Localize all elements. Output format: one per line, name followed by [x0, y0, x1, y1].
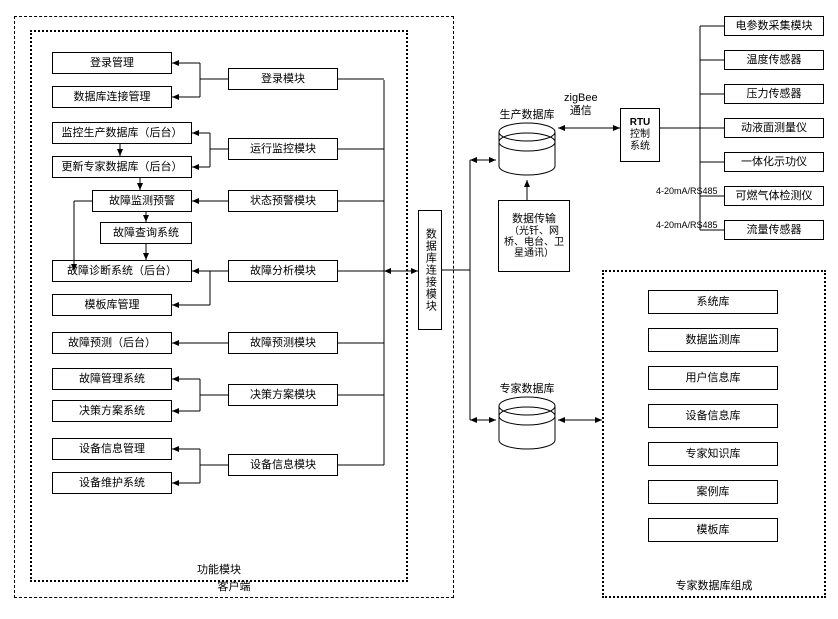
lib-equip-info: 设备信息库 [648, 404, 778, 428]
sensor-gas: 可燃气体检测仪 [724, 186, 824, 206]
monitor-prod-db: 监控生产数据库（后台） [52, 122, 192, 144]
zigbee-label: zigBee 通信 [564, 92, 598, 118]
lib-data-monitor: 数据监测库 [648, 328, 778, 352]
state-warn-mod: 状态预警模块 [228, 190, 338, 212]
fault-diag-sys: 故障诊断系统（后台） [52, 260, 192, 282]
equip-maint-sys: 设备维护系统 [52, 472, 172, 494]
login-mod: 登录模块 [228, 68, 338, 90]
run-monitor-mod: 运行监控模块 [228, 138, 338, 160]
prod-db-cylinder: 生产数据库 [496, 122, 558, 178]
decision-sys: 决策方案系统 [52, 400, 172, 422]
fault-forecast: 故障预测（后台） [52, 332, 172, 354]
sensor-pressure: 压力传感器 [724, 84, 824, 104]
rtu-line3: 系统 [630, 141, 650, 153]
sensor-elec: 电参数采集模块 [724, 16, 824, 36]
lib-expert-knowledge: 专家知识库 [648, 442, 778, 466]
expert-db-cylinder: 专家数据库 [496, 396, 558, 452]
expert-db-panel: 专家数据库组成 [602, 270, 826, 598]
lib-case: 案例库 [648, 480, 778, 504]
rtu-line1: RTU [630, 117, 651, 129]
sensor-temp: 温度传感器 [724, 50, 824, 70]
lib-sys: 系统库 [648, 290, 778, 314]
rtu-control-system: RTU 控制 系统 [620, 108, 660, 162]
fault-monitor-warn: 故障监测预警 [92, 190, 192, 212]
expert-db-panel-caption: 专家数据库组成 [672, 577, 757, 593]
equip-info-mod: 设备信息模块 [228, 454, 338, 476]
sensor-dynamo: 一体化示功仪 [724, 152, 824, 172]
fault-analysis-mod: 故障分析模块 [228, 260, 338, 282]
functional-module-caption: 功能模块 [193, 561, 245, 577]
template-mgmt: 模板库管理 [52, 294, 172, 316]
update-expert-db: 更新专家数据库（后台） [52, 156, 192, 178]
sensor-flow: 流量传感器 [724, 220, 824, 240]
equip-info-mgmt: 设备信息管理 [52, 438, 172, 460]
fault-mgmt-sys: 故障管理系统 [52, 368, 172, 390]
sensor-liquid: 动液面测量仪 [724, 118, 824, 138]
prod-db-label: 生产数据库 [500, 106, 555, 122]
db-connect-module-label: 数据库连接模块 [424, 228, 437, 312]
signal-label-1: 4-20mA/RS485 [656, 186, 718, 197]
login-mgmt: 登录管理 [52, 52, 172, 74]
lib-user-info: 用户信息库 [648, 366, 778, 390]
data-transfer-box: 数据传输 （光钎、网桥、电台、卫星通讯） [498, 200, 570, 272]
db-conn-mgmt: 数据库连接管理 [52, 86, 172, 108]
fault-forecast-mod: 故障预测模块 [228, 332, 338, 354]
data-transfer-title: 数据传输 [512, 213, 556, 226]
decision-mod: 决策方案模块 [228, 384, 338, 406]
db-connect-module: 数据库连接模块 [418, 210, 442, 330]
expert-db-label: 专家数据库 [500, 380, 555, 396]
data-transfer-sub: （光钎、网桥、电台、卫星通讯） [502, 226, 566, 259]
lib-template: 模板库 [648, 518, 778, 542]
signal-label-2: 4-20mA/RS485 [656, 220, 718, 231]
fault-query-sys: 故障查询系统 [100, 222, 192, 244]
rtu-line2: 控制 [630, 129, 650, 141]
